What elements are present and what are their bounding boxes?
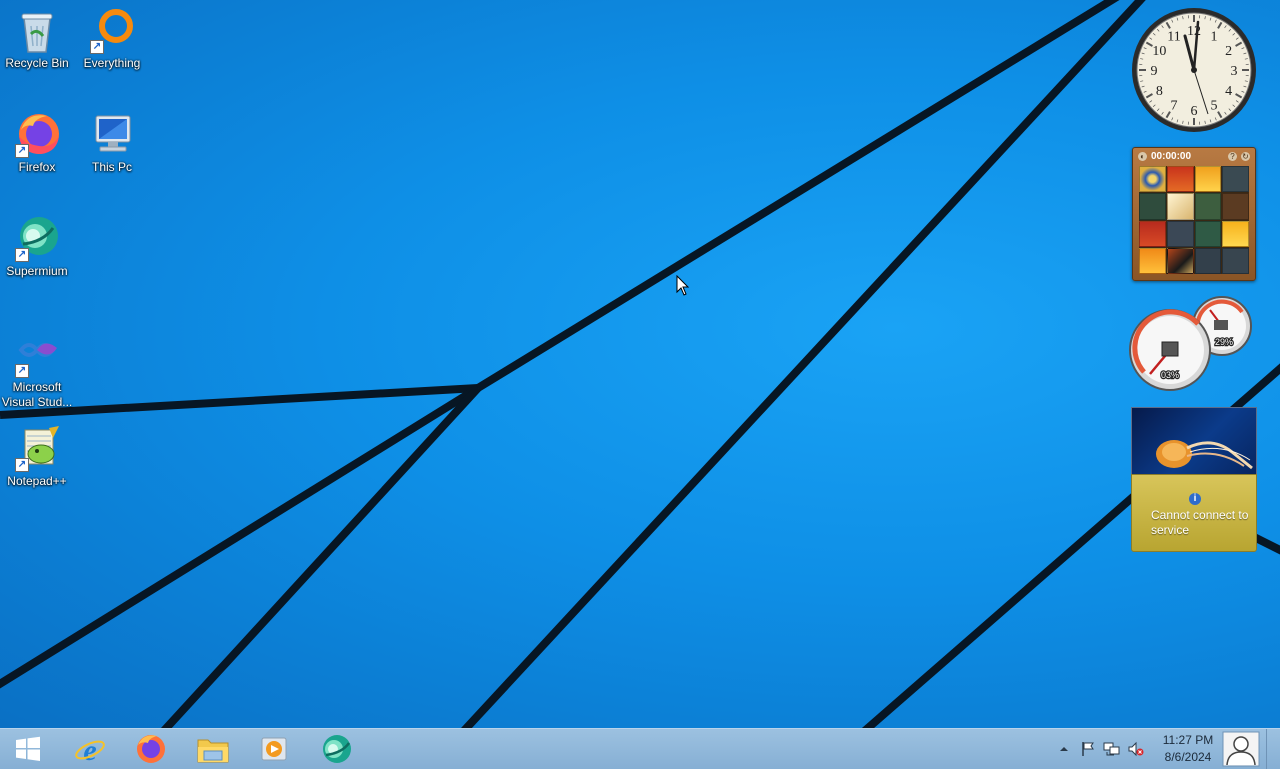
clock-number: 11 [1167, 29, 1180, 44]
puzzle-grid[interactable] [1139, 166, 1249, 274]
desktop-icon-supermium[interactable]: ↗ Supermium [0, 214, 74, 279]
slideshow-image [1132, 408, 1256, 474]
slideshow-gadget[interactable] [1131, 407, 1257, 475]
memory-usage: 29% [1215, 337, 1233, 347]
help-icon[interactable]: ? [1228, 152, 1237, 161]
volume-muted-icon[interactable] [1127, 740, 1145, 758]
puzzle-tile[interactable] [1195, 221, 1222, 247]
taskbar-internet-explorer[interactable]: e [64, 729, 116, 769]
everything-icon: ↗ [88, 6, 136, 54]
clock-number: 7 [1171, 99, 1178, 114]
puzzle-tile[interactable] [1222, 248, 1249, 274]
desktop-icon-visual-studio[interactable]: ↗ Microsoft Visual Stud... [0, 330, 74, 410]
weather-gadget[interactable]: i Cannot connect to service [1131, 474, 1257, 552]
puzzle-tile[interactable] [1139, 248, 1166, 274]
windows-logo-icon [14, 735, 42, 763]
taskbar-media-player[interactable] [248, 729, 300, 769]
shortcut-arrow-icon: ↗ [15, 248, 29, 262]
clock-number: 10 [1152, 44, 1166, 59]
clock-number: 1 [1211, 29, 1218, 44]
internet-explorer-icon: e [74, 733, 106, 765]
clock-gadget[interactable]: 121234567891011 [1130, 6, 1258, 134]
info-icon: i [1189, 493, 1201, 505]
shortcut-arrow-icon: ↗ [15, 458, 29, 472]
desktop-icon-this-pc[interactable]: This Pc [75, 110, 149, 175]
clock-number: 4 [1225, 84, 1232, 99]
puzzle-tile[interactable] [1167, 221, 1194, 247]
picture-puzzle-gadget[interactable]: ◐ 00:00:00 ? ↻ [1132, 147, 1256, 281]
svg-text:e: e [83, 734, 96, 765]
weather-error-message: Cannot connect to service [1151, 508, 1251, 538]
system-tray [1055, 729, 1145, 769]
desktop-icon-label: This Pc [75, 160, 149, 175]
action-center-flag-icon[interactable] [1079, 740, 1097, 758]
cpu-usage: 03% [1161, 370, 1179, 380]
desktop-icon-notepad-plus-plus[interactable]: ↗ Notepad++ [0, 424, 74, 489]
mouse-cursor-icon [676, 275, 690, 297]
clock-number: 6 [1191, 104, 1198, 119]
desktop-icon-firefox[interactable]: ↗ Firefox [0, 110, 74, 175]
clock-number: 5 [1211, 99, 1218, 114]
desktop-icon-label: Recycle Bin [0, 56, 74, 71]
puzzle-timer: 00:00:00 [1151, 151, 1224, 162]
user-avatar-icon [1222, 731, 1260, 767]
user-avatar-button[interactable] [1222, 731, 1260, 767]
desktop-icon-label: Firefox [0, 160, 74, 175]
start-button[interactable] [2, 729, 54, 769]
desktop-icon-label: Supermium [0, 264, 74, 279]
desktop-icon-label: Microsoft Visual Stud... [0, 380, 74, 410]
shortcut-arrow-icon: ↗ [15, 364, 29, 378]
taskbar[interactable]: e [0, 728, 1280, 769]
desktop[interactable]: Recycle Bin ↗ Everything ↗ Firefox [0, 0, 1280, 728]
taskbar-time: 11:27 PM [1150, 732, 1226, 749]
supermium-icon: ↗ [13, 214, 61, 262]
cpu-icon [1162, 342, 1178, 356]
puzzle-tile[interactable] [1195, 248, 1222, 274]
clock-number: 3 [1231, 64, 1238, 79]
puzzle-tile[interactable] [1139, 221, 1166, 247]
puzzle-tile[interactable] [1167, 248, 1194, 274]
shortcut-arrow-icon: ↗ [15, 144, 29, 158]
taskbar-clock[interactable]: 11:27 PM 8/6/2024 [1150, 732, 1226, 766]
show-hidden-icons-icon[interactable] [1055, 740, 1073, 758]
puzzle-tile[interactable] [1222, 166, 1249, 192]
taskbar-supermium[interactable] [311, 729, 363, 769]
desktop-icon-label: Everything [75, 56, 149, 71]
media-player-icon [258, 733, 290, 765]
desktop-icon-label: Notepad++ [0, 474, 74, 489]
supermium-icon [320, 733, 354, 765]
firefox-icon: ↗ [13, 110, 61, 158]
puzzle-tile[interactable] [1167, 166, 1194, 192]
puzzle-tile[interactable] [1139, 193, 1166, 219]
puzzle-show-picture-icon[interactable]: ◐ [1138, 152, 1147, 161]
recycle-bin-icon [13, 6, 61, 54]
wallpaper-lines [0, 0, 1280, 728]
shuffle-icon[interactable]: ↻ [1241, 152, 1250, 161]
puzzle-tile[interactable] [1222, 221, 1249, 247]
memory-icon [1214, 320, 1228, 330]
shortcut-arrow-icon: ↗ [90, 40, 104, 54]
notepad-plus-plus-icon: ↗ [13, 424, 61, 472]
network-icon[interactable] [1103, 740, 1121, 758]
computer-icon [88, 110, 136, 158]
firefox-icon [135, 733, 167, 765]
puzzle-tile[interactable] [1139, 166, 1166, 192]
desktop-icon-everything[interactable]: ↗ Everything [75, 6, 149, 71]
puzzle-tile[interactable] [1195, 166, 1222, 192]
desktop-icon-recycle-bin[interactable]: Recycle Bin [0, 6, 74, 71]
cpu-meter-gadget[interactable]: 29% 03% [1128, 296, 1258, 392]
taskbar-file-explorer[interactable] [187, 729, 239, 769]
folder-icon [196, 734, 230, 764]
puzzle-tile[interactable] [1222, 193, 1249, 219]
clock-number: 2 [1225, 44, 1232, 59]
taskbar-firefox[interactable] [125, 729, 177, 769]
visual-studio-icon: ↗ [13, 330, 61, 378]
clock-number: 9 [1151, 64, 1158, 79]
show-desktop-button[interactable] [1266, 729, 1280, 769]
puzzle-tile[interactable] [1167, 193, 1194, 219]
taskbar-date: 8/6/2024 [1150, 749, 1226, 766]
puzzle-tile[interactable] [1195, 193, 1222, 219]
clock-number: 8 [1156, 84, 1163, 99]
